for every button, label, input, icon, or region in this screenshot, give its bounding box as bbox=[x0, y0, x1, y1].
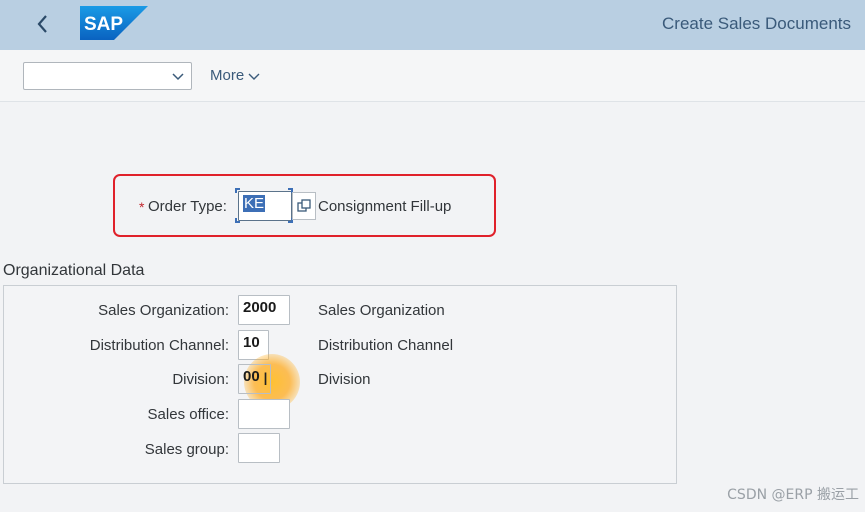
selection-handle bbox=[235, 218, 240, 223]
svg-text:SAP: SAP bbox=[84, 14, 123, 35]
back-button[interactable] bbox=[30, 10, 56, 38]
order-type-label: Order Type: bbox=[148, 198, 227, 215]
sales-organization-value: 2000 bbox=[243, 299, 277, 316]
sales-organization-description: Sales Organization bbox=[318, 302, 445, 319]
more-button[interactable]: More bbox=[210, 67, 260, 84]
distribution-channel-value: 10 bbox=[243, 334, 260, 351]
sales-group-label: Sales group: bbox=[144, 441, 229, 458]
sales-organization-label: Sales Organization: bbox=[98, 302, 229, 319]
selection-handle bbox=[235, 188, 240, 193]
division-value: 00 bbox=[243, 368, 260, 385]
sales-group-input[interactable] bbox=[238, 433, 280, 463]
section-title-organizational-data: Organizational Data bbox=[3, 262, 145, 279]
toolbar: More bbox=[0, 50, 865, 102]
chevron-down-icon bbox=[172, 73, 184, 81]
value-help-icon bbox=[297, 199, 311, 212]
sales-office-label: Sales office: bbox=[147, 406, 229, 423]
chevron-left-icon bbox=[37, 15, 47, 33]
division-label: Division: bbox=[172, 371, 229, 388]
shell-bar: SAP Create Sales Documents bbox=[0, 0, 865, 50]
division-description: Division bbox=[318, 371, 371, 388]
chevron-down-icon bbox=[248, 73, 260, 80]
distribution-channel-label: Distribution Channel: bbox=[89, 337, 229, 354]
text-cursor-icon: I bbox=[263, 370, 269, 390]
required-indicator: * bbox=[139, 199, 145, 215]
sales-office-input[interactable] bbox=[238, 399, 290, 429]
order-type-value: KE bbox=[243, 195, 266, 212]
sap-logo: SAP bbox=[80, 6, 148, 40]
value-help-button[interactable] bbox=[292, 192, 316, 220]
distribution-channel-description: Distribution Channel bbox=[318, 337, 454, 354]
app-title: Create Sales Documents bbox=[662, 14, 851, 33]
sales-organization-input[interactable]: 2000 bbox=[238, 295, 290, 325]
order-type-input[interactable]: KE bbox=[238, 191, 292, 221]
order-type-description: Consignment Fill-up bbox=[318, 198, 452, 215]
more-label: More bbox=[210, 67, 245, 84]
watermark: CSDN @ERP 搬运工 bbox=[727, 487, 859, 503]
variant-select[interactable] bbox=[23, 62, 192, 90]
